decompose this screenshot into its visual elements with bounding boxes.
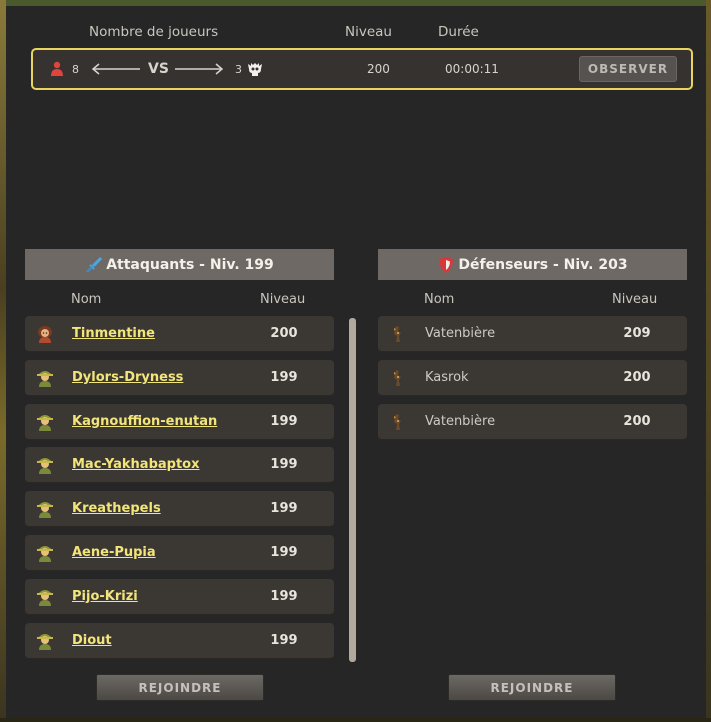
defender-level: 200 (623, 369, 651, 385)
attacker-row[interactable]: Pijo-Krizi 199 (25, 578, 334, 615)
attacker-level: 199 (270, 588, 298, 604)
attacker-level: 199 (270, 457, 298, 473)
character-avatar-icon (35, 412, 55, 432)
attackers-header: Attaquants - Niv. 199 (25, 249, 334, 280)
attacker-level: 199 (270, 501, 298, 517)
fight-level: 200 (367, 62, 390, 76)
defender-count-group: 3 (235, 50, 263, 88)
attacker-level: 199 (270, 369, 298, 385)
character-avatar-icon (35, 631, 55, 651)
attacker-row[interactable]: Dylors-Dryness 199 (25, 359, 334, 396)
character-avatar-icon (35, 543, 55, 563)
defender-row[interactable]: Vatenbière 200 (378, 403, 687, 440)
attacker-name-link[interactable]: Tinmentine (72, 316, 155, 352)
attacker-row[interactable]: Diout 199 (25, 622, 334, 659)
join-defenders-button[interactable]: REJOINDRE (448, 674, 616, 701)
attacker-row[interactable]: Mac-Yakhabaptox 199 (25, 447, 334, 484)
background-edge-bottom (0, 718, 711, 722)
defender-name: Kasrok (425, 369, 469, 385)
defenders-level-column: Niveau (612, 292, 658, 307)
character-avatar-icon (35, 499, 55, 519)
defender-level: 200 (623, 413, 651, 429)
monster-avatar-icon (388, 368, 408, 388)
defenders-header: Défenseurs - Niv. 203 (378, 249, 687, 280)
attackers-title: Attaquants - Niv. 199 (106, 256, 274, 273)
attacker-name-link[interactable]: Pijo-Krizi (72, 579, 138, 615)
attacker-level: 199 (270, 413, 298, 429)
defender-row[interactable]: Vatenbière 209 (378, 316, 687, 352)
attacker-level: 199 (270, 545, 298, 560)
versus-label: VS (148, 61, 169, 77)
fight-list-window: Nombre de joueurs Niveau Durée 8 VS 3 20… (6, 0, 706, 718)
attacker-row[interactable]: Kagnouffion-enutan 199 (25, 403, 334, 440)
attacker-row[interactable]: Aene-Pupia 199 (25, 535, 334, 571)
monster-skull-icon (247, 61, 263, 77)
attacker-name-link[interactable]: Diout (72, 623, 112, 659)
monster-avatar-icon (388, 324, 408, 344)
attacker-name-link[interactable]: Kagnouffion-enutan (72, 404, 217, 440)
defenders-title: Défenseurs - Niv. 203 (458, 256, 628, 273)
attackers-level-column: Niveau (260, 292, 306, 307)
level-column-header: Niveau (345, 24, 392, 40)
attacker-name-link[interactable]: Aene-Pupia (72, 535, 156, 571)
character-avatar-icon (35, 368, 55, 388)
shield-icon (437, 256, 455, 274)
character-avatar-icon (35, 587, 55, 607)
fight-row[interactable]: 8 VS 3 200 00:00:11 OBSERVER (31, 48, 693, 90)
duration-column-header: Durée (438, 24, 479, 40)
attacker-count-group: 8 (49, 50, 79, 88)
attacker-row[interactable]: Kreathepels 199 (25, 491, 334, 528)
sword-icon (85, 256, 103, 274)
attacker-level: 199 (270, 632, 298, 648)
defender-count: 3 (235, 62, 242, 76)
left-arrow-icon (91, 50, 141, 88)
attacker-name-link[interactable]: Mac-Yakhabaptox (72, 447, 199, 483)
attacker-person-icon (49, 61, 65, 77)
attackers-name-column: Nom (71, 292, 102, 307)
players-column-header: Nombre de joueurs (89, 24, 219, 40)
defender-level: 209 (623, 326, 651, 341)
fight-duration: 00:00:11 (445, 62, 499, 76)
right-arrow-icon (174, 50, 224, 88)
attacker-name-link[interactable]: Dylors-Dryness (72, 360, 183, 396)
attacker-count: 8 (72, 62, 79, 76)
defenders-name-column: Nom (424, 292, 455, 307)
join-attackers-button[interactable]: REJOINDRE (96, 674, 264, 701)
observe-button[interactable]: OBSERVER (579, 56, 677, 82)
attacker-name-link[interactable]: Kreathepels (72, 491, 161, 527)
attacker-level: 200 (270, 326, 298, 341)
defender-row[interactable]: Kasrok 200 (378, 359, 687, 396)
defender-name: Vatenbière (425, 413, 496, 429)
monster-avatar-icon (388, 412, 408, 432)
female-character-avatar-icon (35, 324, 55, 344)
attacker-row[interactable]: Tinmentine 200 (25, 316, 334, 352)
defender-name: Vatenbière (425, 326, 496, 341)
character-avatar-icon (35, 455, 55, 475)
attackers-scrollbar[interactable] (349, 318, 356, 662)
background-edge-right (706, 0, 711, 722)
